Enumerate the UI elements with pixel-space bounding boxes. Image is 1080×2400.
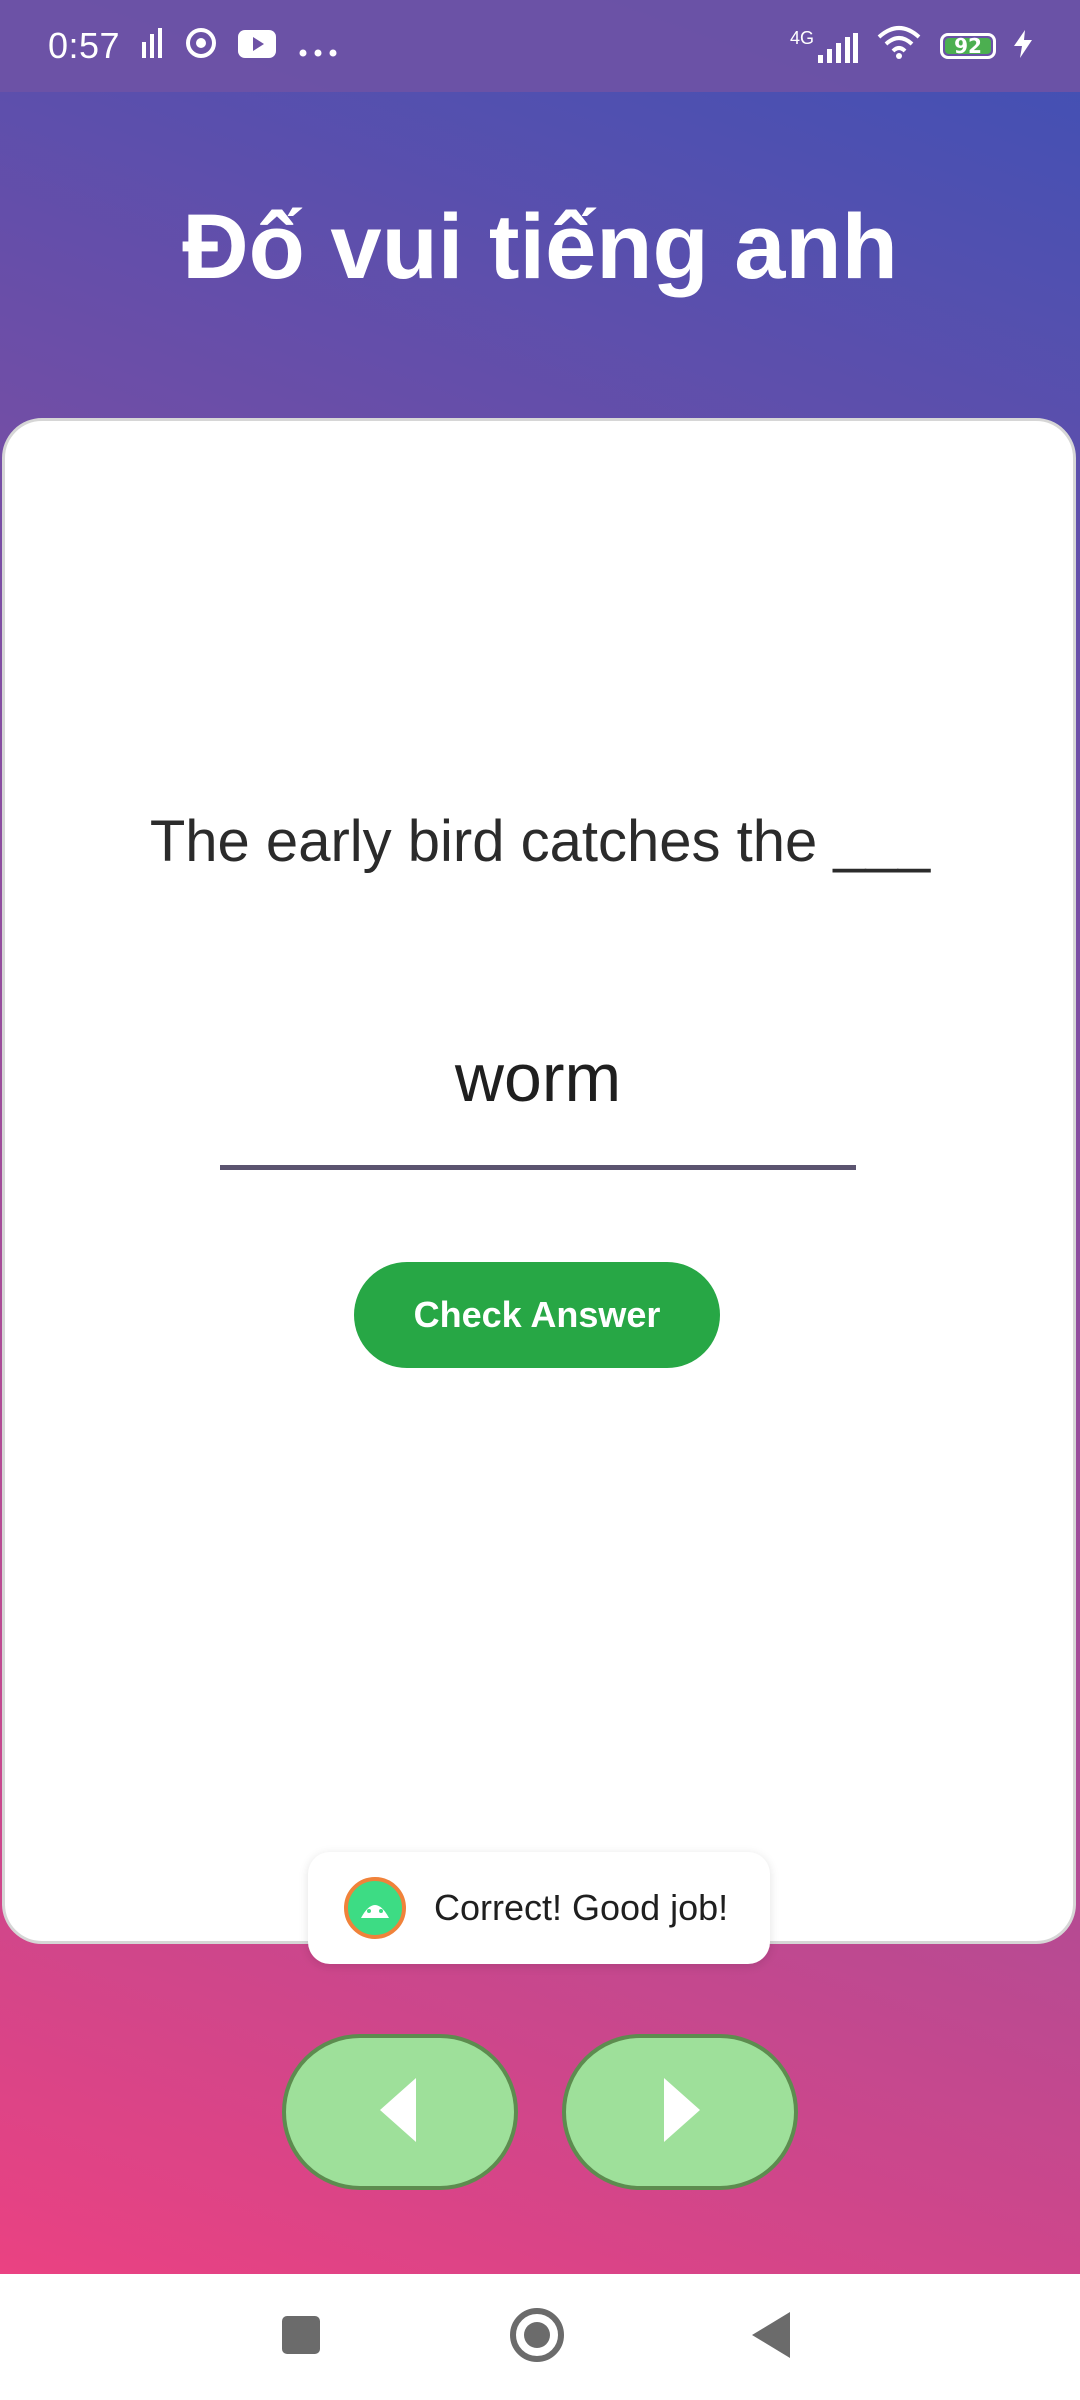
- youtube-icon: [238, 25, 277, 67]
- answer-input[interactable]: [220, 990, 856, 1170]
- chevron-right-icon: [660, 2077, 700, 2147]
- home-dot: [524, 2322, 550, 2348]
- check-answer-button[interactable]: Check Answer: [354, 1262, 720, 1368]
- quiz-card: [2, 418, 1076, 1944]
- chevron-left-icon: [380, 2077, 420, 2147]
- network-type-label: 4G: [789, 28, 814, 48]
- status-time: 0:57: [48, 25, 121, 66]
- charging-bolt-icon: [1014, 25, 1032, 67]
- next-button[interactable]: [562, 2034, 798, 2190]
- recents-square-icon[interactable]: [282, 2316, 320, 2354]
- battery-icon: 92: [940, 33, 996, 59]
- more-dots-icon: [298, 25, 338, 67]
- system-navigation-bar: [0, 2274, 1080, 2400]
- status-right: 4G 92: [790, 25, 1032, 68]
- cell-signal-icon: 4G: [790, 29, 858, 63]
- status-left: 0:57: [48, 25, 338, 67]
- home-circle-icon[interactable]: [510, 2308, 564, 2362]
- toast: Correct! Good job!: [308, 1852, 770, 1964]
- android-app-icon: [344, 1877, 406, 1939]
- page-title: Đố vui tiếng anh: [182, 196, 898, 298]
- status-bar: 0:57 4G 92: [0, 0, 1080, 92]
- question-text: The early bird catches the ___: [149, 809, 931, 874]
- chrome-icon: [186, 25, 217, 67]
- battery-level: 92: [954, 34, 982, 58]
- back-triangle-icon[interactable]: [752, 2312, 790, 2358]
- toast-message: Correct! Good job!: [434, 1887, 729, 1928]
- previous-button[interactable]: [282, 2034, 518, 2190]
- wifi-icon: [876, 25, 922, 68]
- signal-bars-icon: [142, 25, 164, 67]
